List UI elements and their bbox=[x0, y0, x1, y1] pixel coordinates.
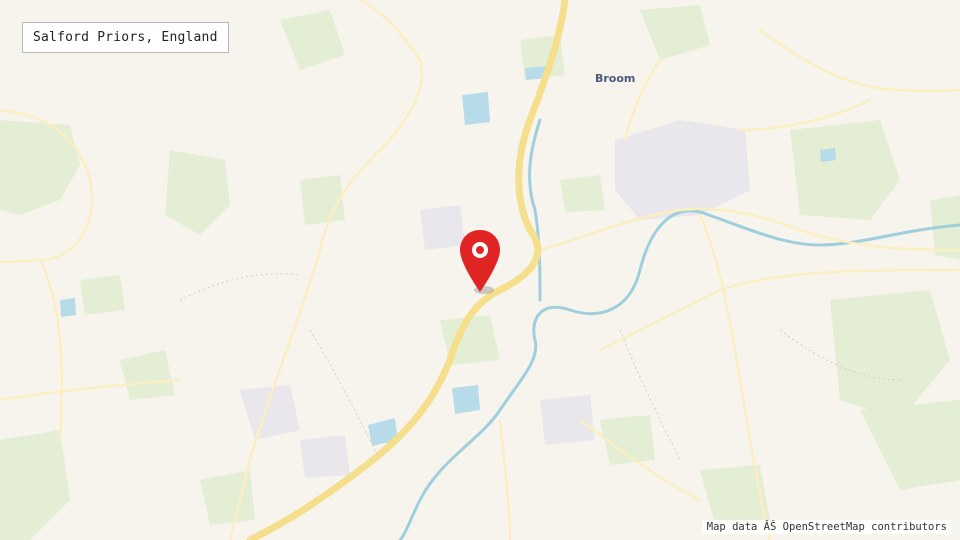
place-label-broom: Broom bbox=[595, 72, 636, 85]
map-attribution[interactable]: Map data ÂŠ OpenStreetMap contributors bbox=[701, 520, 952, 534]
map-pin-icon[interactable] bbox=[456, 228, 504, 296]
location-label: Salford Priors, England bbox=[22, 22, 229, 53]
